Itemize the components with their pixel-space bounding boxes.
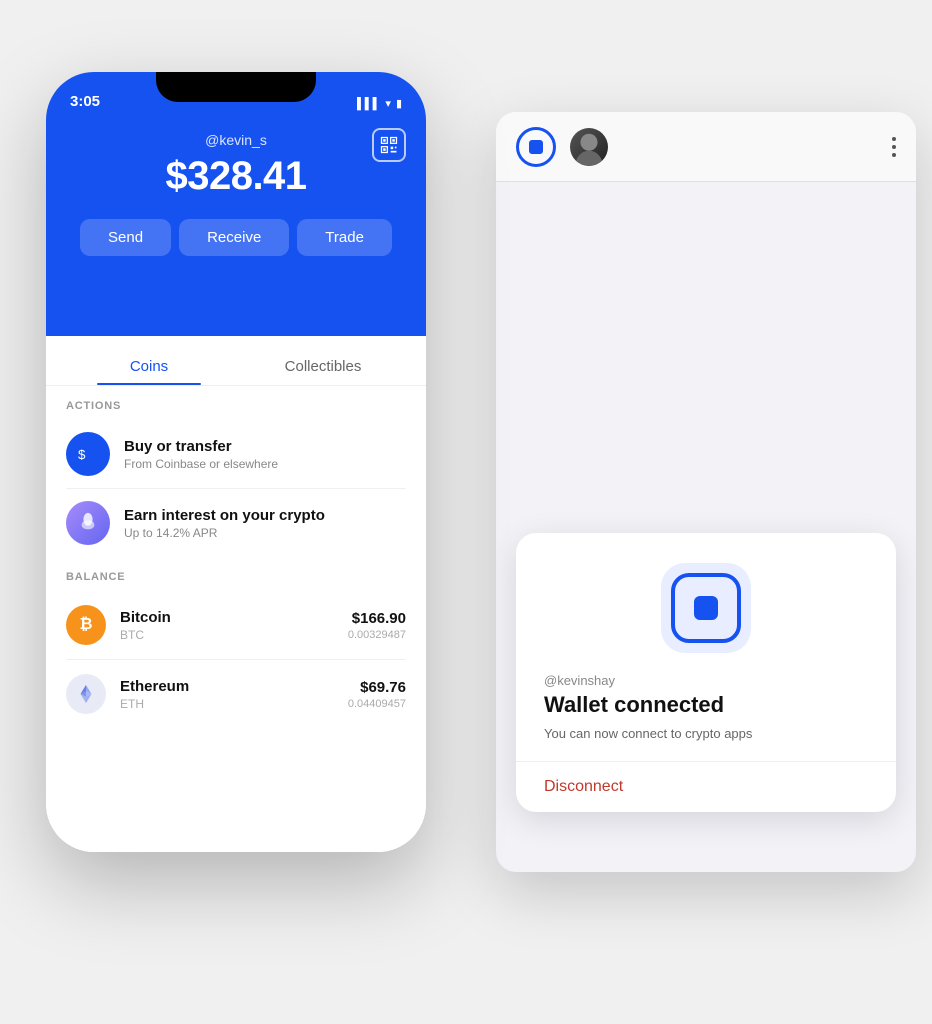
wifi-icon: ▾ <box>385 97 391 110</box>
coinbase-icon <box>516 127 556 167</box>
send-button[interactable]: Send <box>80 219 171 256</box>
eth-amount: 0.04409457 <box>348 698 406 710</box>
receive-button[interactable]: Receive <box>179 219 289 256</box>
eth-usd: $69.76 <box>348 679 406 696</box>
balance-section-label: BALANCE <box>46 557 426 591</box>
action-buttons-row: Send Receive Trade <box>80 219 392 256</box>
buy-transfer-subtitle: From Coinbase or elsewhere <box>124 457 278 471</box>
buy-transfer-item[interactable]: $ Buy or transfer From Coinbase or elsew… <box>46 420 426 488</box>
btc-ticker: BTC <box>120 628 334 642</box>
wallet-connected-title: Wallet connected <box>544 692 868 718</box>
earn-subtitle: Up to 14.2% APR <box>124 526 325 540</box>
eth-name: Ethereum <box>120 678 334 695</box>
status-icons: ▌▌▌ ▾ ▮ <box>357 97 402 110</box>
earn-interest-item[interactable]: Earn interest on your crypto Up to 14.2%… <box>46 489 426 557</box>
battery-icon: ▮ <box>396 97 402 110</box>
signal-icon: ▌▌▌ <box>357 98 380 110</box>
coinbase-icon-square <box>529 140 543 154</box>
svg-text:$: $ <box>78 447 86 462</box>
coins-section: Coins Collectibles ACTIONS $ Buy or tran… <box>46 336 426 852</box>
ethereum-item[interactable]: Ethereum ETH $69.76 0.04409457 <box>46 660 426 728</box>
tab-coins[interactable]: Coins <box>62 344 236 385</box>
browser-panel: @kevinshay Wallet connected You can now … <box>496 112 916 872</box>
buy-transfer-title: Buy or transfer <box>124 438 278 455</box>
wallet-connected-subtitle: You can now connect to crypto apps <box>544 726 868 741</box>
more-options-button[interactable] <box>892 137 896 157</box>
earn-icon <box>66 501 110 545</box>
wallet-logo-square <box>694 596 718 620</box>
disconnect-button[interactable]: Disconnect <box>544 778 623 796</box>
eth-icon <box>66 674 106 714</box>
tab-collectibles[interactable]: Collectibles <box>236 344 410 385</box>
wallet-info: @kevinshay Wallet connected You can now … <box>544 673 868 761</box>
earn-title: Earn interest on your crypto <box>124 507 325 524</box>
phone-device: 3:05 ▌▌▌ ▾ ▮ <box>46 72 426 852</box>
username-label: @kevin_s <box>205 132 267 148</box>
wallet-username: @kevinshay <box>544 673 868 688</box>
btc-usd: $166.90 <box>348 610 406 627</box>
balance-amount: $328.41 <box>165 154 306 199</box>
actions-section-label: ACTIONS <box>46 386 426 420</box>
phone-header: @kevin_s $328.41 Send Receive Trade <box>46 116 426 336</box>
buy-transfer-icon: $ <box>66 432 110 476</box>
browser-header <box>496 112 916 182</box>
wallet-card-body: @kevinshay Wallet connected You can now … <box>516 533 896 761</box>
btc-icon: ₿ <box>66 605 106 645</box>
tabs-row: Coins Collectibles <box>46 344 426 386</box>
scene: 3:05 ▌▌▌ ▾ ▮ <box>16 32 916 992</box>
user-avatar <box>570 128 608 166</box>
btc-amount: 0.00329487 <box>348 629 406 641</box>
trade-button[interactable]: Trade <box>297 219 392 256</box>
phone-notch <box>156 72 316 102</box>
wallet-logo-inner <box>671 573 741 643</box>
wallet-connected-card: @kevinshay Wallet connected You can now … <box>516 533 896 812</box>
wallet-disconnect-section: Disconnect <box>516 761 896 812</box>
bitcoin-item[interactable]: ₿ Bitcoin BTC $166.90 0.00329487 <box>46 591 426 659</box>
avatar-face <box>570 128 608 166</box>
qr-button[interactable] <box>372 128 406 162</box>
eth-ticker: ETH <box>120 697 334 711</box>
btc-name: Bitcoin <box>120 609 334 626</box>
wallet-logo <box>661 563 751 653</box>
status-time: 3:05 <box>70 93 100 110</box>
